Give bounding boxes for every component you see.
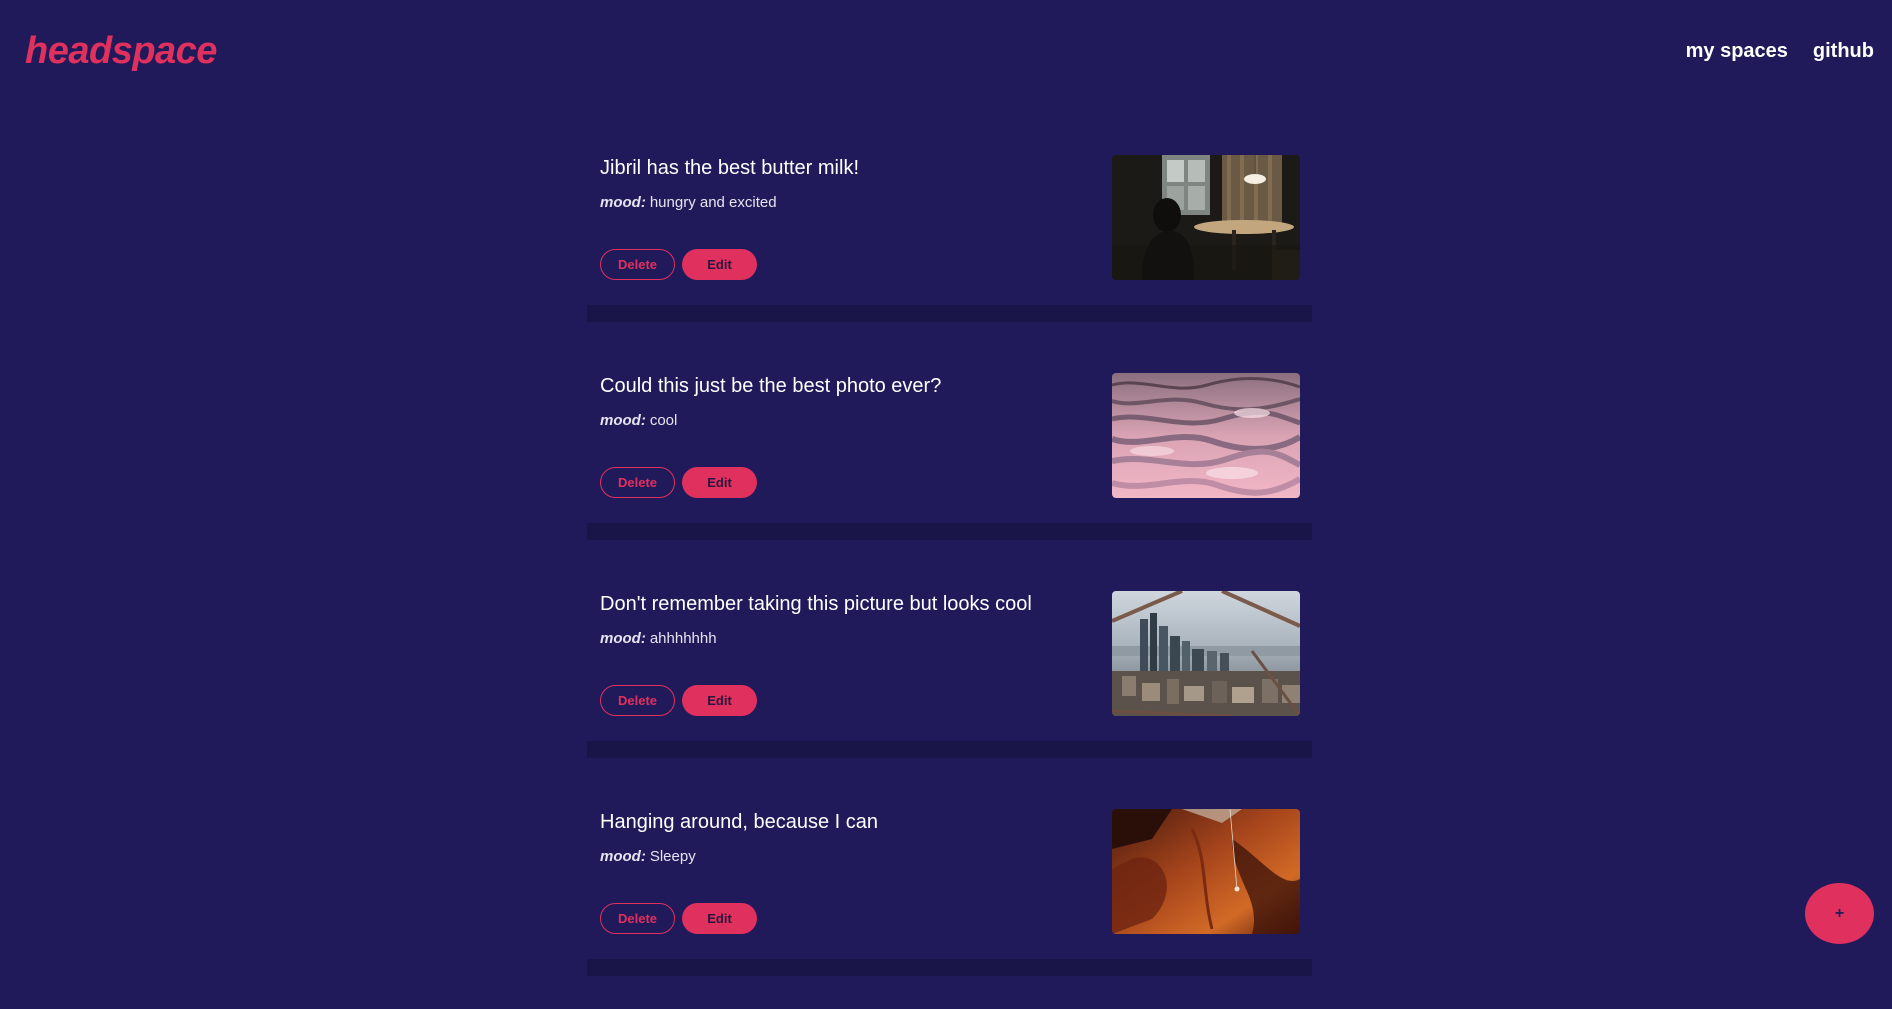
nav-github-link[interactable]: github	[1813, 40, 1874, 63]
post-mood: mood: Sleepy	[600, 848, 696, 865]
logo[interactable]: headspace	[25, 30, 217, 73]
post-mood: mood: hungry and excited	[600, 194, 777, 211]
post-feed: Jibril has the best butter milk! mood: hu…	[587, 137, 1312, 1009]
post-title: Don't remember taking this picture but l…	[600, 593, 1032, 615]
mood-value: ahhhhhhh	[649, 630, 717, 647]
post-actions: Delete Edit	[600, 685, 757, 716]
mood-value: hungry and excited	[649, 194, 777, 211]
card-divider	[587, 305, 1312, 322]
red-rock-climber-photo[interactable]	[1112, 809, 1300, 934]
post-card: Don't remember taking this picture but l…	[587, 573, 1312, 791]
post-card-body: Could this just be the best photo ever? …	[587, 355, 1312, 523]
edit-button[interactable]: Edit	[682, 467, 757, 498]
card-divider	[587, 741, 1312, 758]
mood-label: mood:	[600, 630, 646, 647]
post-title: Hanging around, because I can	[600, 811, 878, 833]
post-title: Jibril has the best butter milk!	[600, 157, 859, 179]
mood-value: cool	[649, 412, 678, 429]
post-actions: Delete Edit	[600, 467, 757, 498]
add-post-button[interactable]: +	[1805, 883, 1874, 944]
edit-button[interactable]: Edit	[682, 685, 757, 716]
post-card-body: Don't remember taking this picture but l…	[587, 573, 1312, 741]
card-divider	[587, 523, 1312, 540]
delete-button[interactable]: Delete	[600, 467, 675, 498]
mood-value: Sleepy	[649, 848, 696, 865]
post-card-body: Hanging around, because I can mood: Sleep…	[587, 791, 1312, 959]
post-mood: mood: ahhhhhhh	[600, 630, 717, 647]
mood-label: mood:	[600, 194, 646, 211]
nav-my-spaces-link[interactable]: my spaces	[1686, 40, 1788, 63]
edit-button[interactable]: Edit	[682, 903, 757, 934]
pink-water-ripples-photo[interactable]	[1112, 373, 1300, 498]
delete-button[interactable]: Delete	[600, 903, 675, 934]
mood-label: mood:	[600, 848, 646, 865]
header: headspace my spaces github	[0, 0, 1892, 104]
top-nav: my spaces github	[1686, 40, 1874, 63]
post-card-body: Jibril has the best butter milk! mood: hu…	[587, 137, 1312, 305]
post-mood: mood: cool	[600, 412, 677, 429]
mood-label: mood:	[600, 412, 646, 429]
delete-button[interactable]: Delete	[600, 685, 675, 716]
edit-button[interactable]: Edit	[682, 249, 757, 280]
post-actions: Delete Edit	[600, 249, 757, 280]
delete-button[interactable]: Delete	[600, 249, 675, 280]
dark-dining-room-photo[interactable]	[1112, 155, 1300, 280]
post-card: Jibril has the best butter milk! mood: hu…	[587, 137, 1312, 355]
post-card: Could this just be the best photo ever? …	[587, 355, 1312, 573]
post-title: Could this just be the best photo ever?	[600, 375, 942, 397]
city-skyline-photo[interactable]	[1112, 591, 1300, 716]
post-card: Hanging around, because I can mood: Sleep…	[587, 791, 1312, 1009]
post-actions: Delete Edit	[600, 903, 757, 934]
